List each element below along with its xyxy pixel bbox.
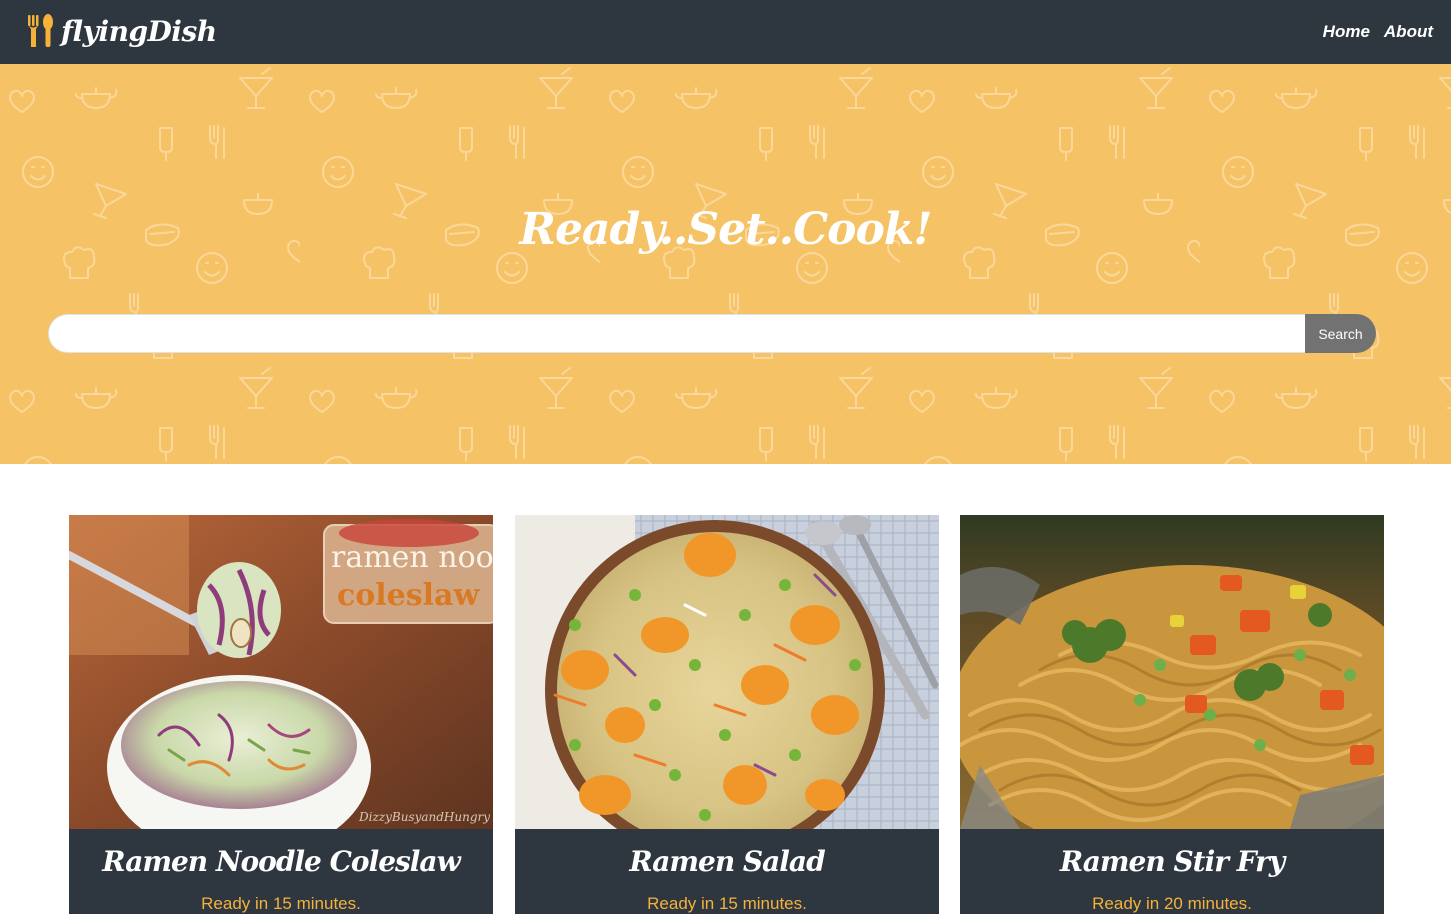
recipe-title: Ramen Noodle Coleslaw	[102, 845, 460, 878]
recipe-card-ramen-noodle-coleslaw[interactable]: ramen noodl coleslaw	[69, 515, 493, 914]
search-button[interactable]: Search	[1305, 314, 1376, 353]
recipe-cards: ramen noodl coleslaw	[69, 515, 1384, 914]
search-bar: Search	[48, 314, 1376, 353]
ramen-salad-photo	[515, 515, 939, 829]
fork-spoon-icon	[28, 14, 53, 47]
recipe-title: Ramen Salad	[629, 845, 825, 878]
recipe-card-ramen-stir-fry[interactable]: Ramen Stir Fry Ready in 20 minutes.	[960, 515, 1384, 914]
recipe-ready-time: Ready in 20 minutes.	[1092, 894, 1252, 913]
recipe-image-ramen-noodle-coleslaw: ramen noodl coleslaw	[69, 515, 493, 829]
brand-logo[interactable]: flyingDish	[26, 13, 217, 49]
nav-links: Home About	[1323, 22, 1433, 42]
recipe-image-ramen-salad	[515, 515, 939, 829]
stir-fry-photo	[960, 515, 1384, 829]
hero-banner: Ready..Set..Cook! Search	[0, 64, 1451, 464]
brand-name: flyingDish	[61, 14, 217, 48]
hero-title: Ready..Set..Cook!	[519, 204, 932, 255]
coleslaw-photo: ramen noodl coleslaw	[69, 515, 493, 829]
recipe-title: Ramen Stir Fry	[1059, 845, 1285, 878]
recipe-ready-time: Ready in 15 minutes.	[201, 894, 361, 913]
recipe-ready-time: Ready in 15 minutes.	[647, 894, 807, 913]
image-caption-top: ramen noodl	[331, 540, 493, 575]
search-input[interactable]	[48, 314, 1305, 353]
recipe-card-ramen-salad[interactable]: Ramen Salad Ready in 15 minutes.	[515, 515, 939, 914]
nav-link-home[interactable]: Home	[1323, 22, 1370, 42]
navbar: flyingDish Home About	[0, 0, 1451, 64]
food-pattern-background	[0, 64, 1451, 464]
image-caption-bottom: coleslaw	[337, 578, 480, 613]
image-watermark: DizzyBusyandHungry	[358, 810, 490, 824]
recipe-image-ramen-stir-fry	[960, 515, 1384, 829]
nav-link-about[interactable]: About	[1384, 22, 1433, 42]
